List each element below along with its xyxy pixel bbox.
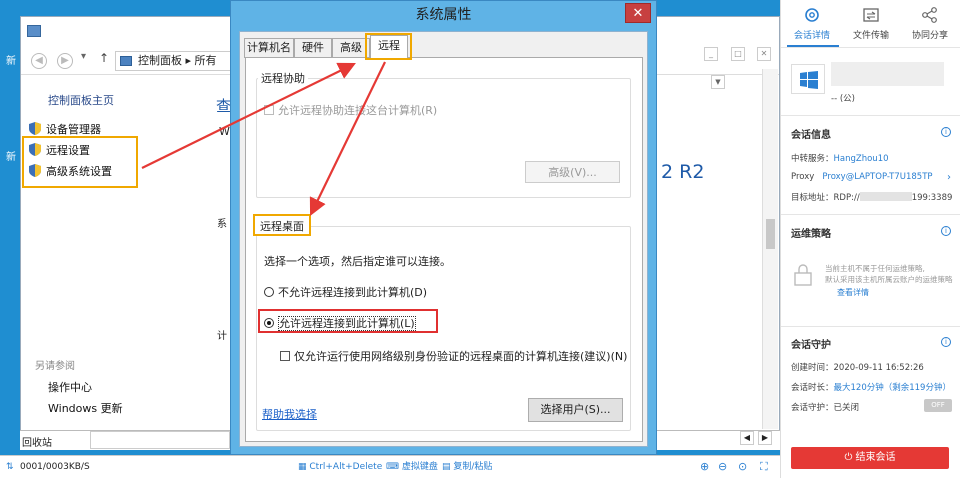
target-row: 目标地址：RDP://199:3389 bbox=[791, 192, 953, 203]
fullscreen-icon[interactable]: ⛶ bbox=[760, 456, 768, 478]
policy-description: 当前主机不属于任何运维策略, 默认采用该主机所属云账户的运维策略 bbox=[825, 264, 953, 284]
tab-label: 文件传输 bbox=[852, 31, 889, 41]
relay-row: 中转服务：HangZhou10 bbox=[791, 154, 889, 164]
tab-session-details[interactable]: 会话详情 bbox=[783, 6, 841, 41]
remote-desktop-view[interactable]: 新 新 ◀ ▶ ▾ ↑ 控制面板 ▸ 所有 控制面板主页 设备管理器 远程设置 … bbox=[0, 0, 780, 455]
traffic-readout: 0001/0003KB/S bbox=[20, 462, 90, 472]
transfer-icon bbox=[863, 8, 879, 22]
annotation-arrow bbox=[141, 62, 356, 169]
session-info-title: 会话信息 bbox=[791, 130, 831, 141]
button-label: 结束会话 bbox=[855, 452, 896, 463]
button-label: 虚拟键盘 bbox=[401, 462, 438, 472]
virtual-keyboard-button[interactable]: ⌨ 虚拟键盘 bbox=[386, 456, 438, 478]
annotation-arrows bbox=[141, 61, 386, 216]
host-subtitle: -- (公) bbox=[831, 94, 855, 104]
tab-file-transfer[interactable]: 文件传输 bbox=[842, 6, 900, 41]
power-icon: ⏻ bbox=[844, 452, 856, 463]
share-icon bbox=[922, 7, 937, 23]
keyboard-icon: ⌨ bbox=[386, 462, 402, 472]
end-session-button[interactable]: ⏻ 结束会话 bbox=[791, 447, 949, 469]
ctrl-alt-del-button[interactable]: ▦ Ctrl+Alt+Delete bbox=[298, 456, 382, 478]
info-icon[interactable]: i bbox=[941, 226, 951, 236]
traffic-arrows-icon: ⇅ bbox=[6, 462, 14, 472]
highlight-box bbox=[365, 33, 412, 60]
ops-policy-title: 运维策略 bbox=[791, 229, 831, 240]
button-label: Ctrl+Alt+Delete bbox=[309, 462, 383, 472]
annotation-arrow bbox=[309, 61, 386, 216]
guard-row: 会话守护：已关闭 bbox=[791, 403, 860, 413]
windows-logo-icon bbox=[791, 64, 825, 94]
zoom-out-icon[interactable]: ⊖ bbox=[718, 456, 727, 478]
info-icon[interactable]: i bbox=[941, 127, 951, 137]
session-panel: 会话详情 文件传输 协同分享 -- (公) 会话信息 i 中转服务：HangZh… bbox=[780, 0, 960, 478]
redacted-host-name bbox=[831, 62, 944, 86]
duration-row: 会话时长：最大120分钟（剩余119分钟） bbox=[791, 383, 951, 393]
clipboard-icon: ▤ bbox=[442, 462, 454, 472]
button-label: 复制/粘贴 bbox=[453, 462, 493, 472]
zoom-in-icon[interactable]: ⊕ bbox=[700, 456, 709, 478]
created-row: 创建时间：2020-09-11 16:52:26 bbox=[791, 363, 924, 373]
copy-paste-button[interactable]: ▤ 复制/粘贴 bbox=[442, 456, 492, 478]
tab-label: 会话详情 bbox=[793, 31, 830, 41]
gear-icon bbox=[805, 8, 819, 22]
lock-icon bbox=[791, 263, 815, 287]
view-details-link[interactable]: 查看详情 bbox=[837, 287, 869, 298]
session-guard-title: 会话守护 bbox=[791, 340, 831, 351]
tab-label: 协同分享 bbox=[911, 31, 948, 41]
info-icon[interactable]: i bbox=[941, 337, 951, 347]
tab-share[interactable]: 协同分享 bbox=[901, 6, 959, 41]
proxy-row: Proxy Proxy@LAPTOP-T7U185TP bbox=[791, 172, 933, 182]
fit-screen-icon[interactable]: ⊙ bbox=[738, 456, 747, 478]
keyboard-icon: ▦ bbox=[298, 462, 310, 472]
chevron-right-icon[interactable]: › bbox=[947, 172, 951, 183]
redacted-address bbox=[859, 192, 912, 201]
status-bar: ⇅ 0001/0003KB/S ▦ Ctrl+Alt+Delete ⌨ 虚拟键盘… bbox=[0, 455, 780, 478]
guard-toggle[interactable]: OFF bbox=[924, 399, 952, 412]
